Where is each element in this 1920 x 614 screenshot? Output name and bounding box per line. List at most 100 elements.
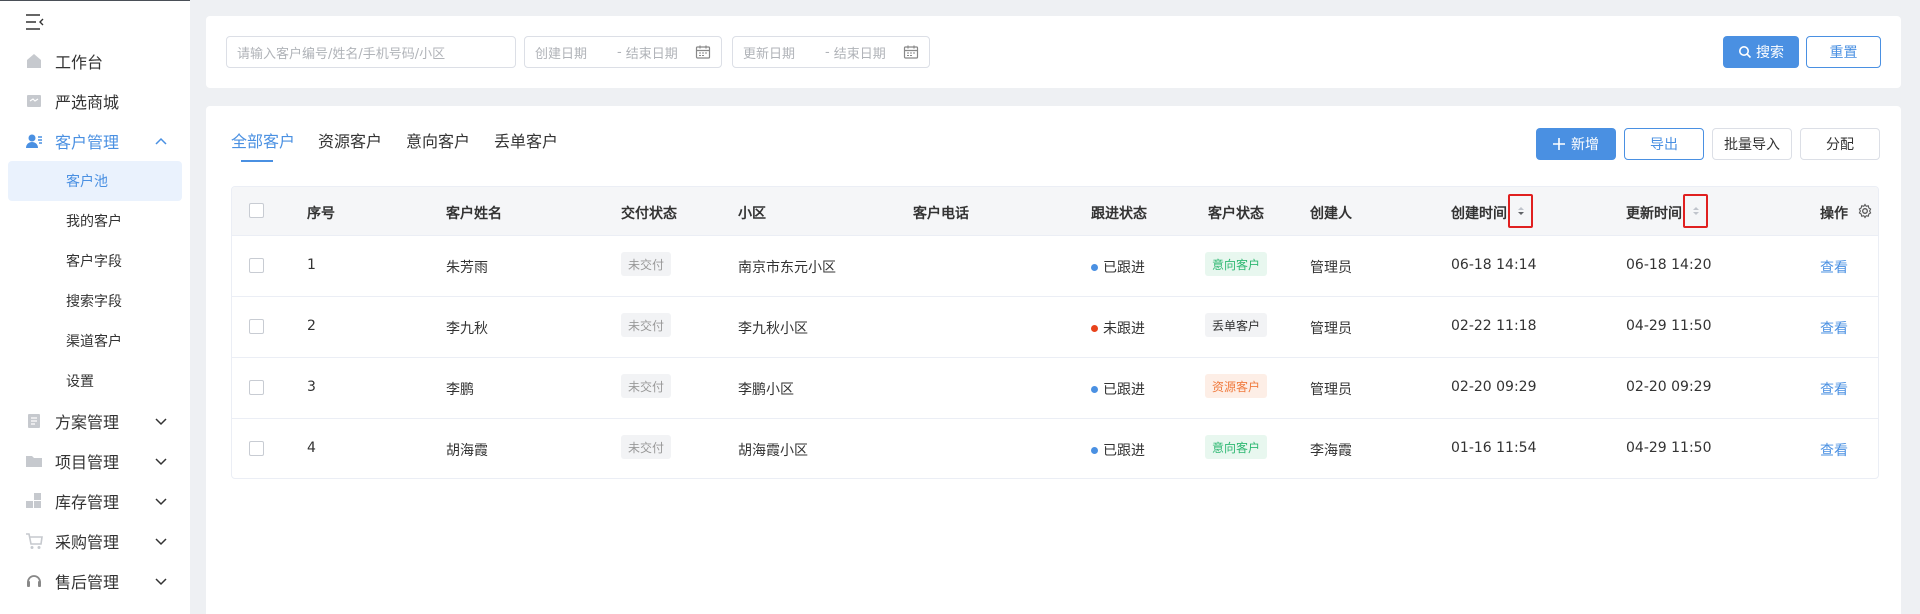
sidebar-item-plans[interactable]: 方案管理 (0, 401, 190, 441)
sidebar-item-mall[interactable]: 严选商城 (0, 81, 190, 121)
view-link[interactable]: 查看 (1820, 257, 1848, 277)
chevron-down-icon (154, 534, 168, 548)
delivery-status-badge: 未交付 (621, 313, 672, 337)
chevron-up-icon (154, 134, 168, 148)
home-icon (25, 52, 43, 70)
status-dot-icon (1091, 324, 1098, 332)
follow-status-text: 已跟进 (1103, 443, 1145, 459)
tab-lost-customers[interactable]: 丢单客户 (494, 128, 558, 152)
customer-status-badge: 意向客户 (1205, 252, 1268, 276)
table-row: 4 胡海霞 未交付 胡海霞小区 已跟进 意向客户 李海霞 01-16 11:54… (232, 419, 1878, 478)
sidebar-item-label: 采购管理 (55, 533, 120, 552)
header-customer-status: 客户状态 (1208, 206, 1264, 222)
document-icon (25, 412, 43, 430)
header-customer-phone: 客户电话 (913, 206, 969, 222)
created-date-range-picker[interactable]: 创建日期 - 结束日期 (524, 36, 722, 68)
sidebar-item-workbench[interactable]: 工作台 (0, 41, 190, 81)
sidebar-item-label: 工作台 (55, 53, 104, 72)
sidebar-item-label: 客户管理 (55, 133, 120, 152)
cell-customer-name: 李鹏 (446, 382, 474, 398)
batch-import-button[interactable]: 批量导入 (1712, 128, 1792, 160)
status-dot-icon (1091, 263, 1098, 271)
folder-icon (25, 452, 43, 470)
calendar-icon (903, 44, 919, 60)
row-checkbox[interactable] (249, 319, 264, 334)
header-community: 小区 (738, 206, 766, 222)
reset-button[interactable]: 重置 (1806, 36, 1881, 68)
follow-status-text: 已跟进 (1103, 382, 1145, 398)
follow-status-text: 已跟进 (1103, 260, 1145, 276)
cell-index: 2 (307, 318, 316, 334)
updated-time-sort-button[interactable] (1683, 194, 1708, 228)
header-creator: 创建人 (1310, 206, 1352, 222)
search-input[interactable]: 请输入客户编号/姓名/手机号码/小区 (226, 36, 516, 68)
cell-index: 1 (307, 257, 316, 273)
column-settings-gear-icon[interactable] (1857, 203, 1873, 219)
sidebar: 工作台 严选商城 客户管理 客户池 我的客户 客户字段 搜索字段 渠道客户 设置… (0, 0, 190, 614)
sidebar-item-projects[interactable]: 项目管理 (0, 441, 190, 481)
header-index: 序号 (307, 206, 335, 222)
view-link[interactable]: 查看 (1820, 318, 1848, 338)
row-checkbox[interactable] (249, 258, 264, 273)
active-tab-indicator (241, 160, 273, 162)
sidebar-item-customers[interactable]: 客户管理 (0, 121, 190, 161)
sidebar-subitem-customer-fields[interactable]: 客户字段 (8, 241, 182, 281)
cell-created-time: 01-16 11:54 (1451, 440, 1537, 456)
filter-panel: 请输入客户编号/姓名/手机号码/小区 创建日期 - 结束日期 更新日期 - 结束… (206, 16, 1901, 88)
plus-icon (1553, 138, 1565, 150)
search-button-label: 搜索 (1756, 45, 1784, 61)
date-separator: - (825, 44, 830, 60)
sidebar-subitem-search-fields[interactable]: 搜索字段 (8, 281, 182, 321)
tab-all-customers[interactable]: 全部客户 (231, 128, 295, 152)
sidebar-subitem-channel-customers[interactable]: 渠道客户 (8, 321, 182, 361)
sidebar-item-label: 方案管理 (55, 413, 120, 432)
cell-follow-status: 已跟进 (1091, 257, 1145, 277)
view-link[interactable]: 查看 (1820, 379, 1848, 399)
view-link[interactable]: 查看 (1820, 440, 1848, 460)
cell-updated-time: 04-29 11:50 (1626, 440, 1712, 456)
cell-community: 胡海霞小区 (738, 443, 808, 459)
sidebar-item-after-sales[interactable]: 售后管理 (0, 561, 190, 601)
sidebar-item-label: 项目管理 (55, 453, 120, 472)
table-header: 序号 客户姓名 交付状态 小区 客户电话 跟进状态 客户状态 创建人 创建时间 … (232, 187, 1878, 236)
select-all-checkbox[interactable] (249, 203, 264, 218)
delivery-status-badge: 未交付 (621, 435, 672, 459)
sidebar-item-purchasing[interactable]: 采购管理 (0, 521, 190, 561)
assign-button[interactable]: 分配 (1800, 128, 1880, 160)
tab-intent-customers[interactable]: 意向客户 (406, 128, 470, 152)
search-placeholder: 请输入客户编号/姓名/手机号码/小区 (237, 46, 446, 62)
cell-updated-time: 06-18 14:20 (1626, 257, 1712, 273)
add-customer-button[interactable]: 新增 (1536, 128, 1616, 160)
cart-icon (25, 532, 43, 550)
cell-customer-name: 胡海霞 (446, 443, 488, 459)
sort-icon (1692, 205, 1700, 217)
customer-table: 序号 客户姓名 交付状态 小区 客户电话 跟进状态 客户状态 创建人 创建时间 … (231, 186, 1879, 479)
sidebar-item-inventory[interactable]: 库存管理 (0, 481, 190, 521)
header-follow-status: 跟进状态 (1091, 206, 1147, 222)
sidebar-subitem-settings[interactable]: 设置 (8, 361, 182, 401)
cell-creator: 管理员 (1310, 260, 1352, 276)
table-row: 2 李九秋 未交付 李九秋小区 未跟进 丢单客户 管理员 02-22 11:18… (232, 297, 1878, 358)
updated-start-placeholder: 更新日期 (743, 46, 796, 62)
row-checkbox[interactable] (249, 380, 264, 395)
table-row: 3 李鹏 未交付 李鹏小区 已跟进 资源客户 管理员 02-20 09:29 0… (232, 358, 1878, 419)
updated-date-range-picker[interactable]: 更新日期 - 结束日期 (732, 36, 930, 68)
cell-customer-name: 朱芳雨 (446, 260, 488, 276)
delivery-status-badge: 未交付 (621, 252, 672, 276)
status-dot-icon (1091, 385, 1098, 393)
chevron-down-icon (154, 494, 168, 508)
cell-creator: 李海霞 (1310, 443, 1352, 459)
customer-status-badge: 丢单客户 (1205, 313, 1268, 337)
chevron-down-icon (154, 414, 168, 428)
export-button[interactable]: 导出 (1624, 128, 1704, 160)
row-checkbox[interactable] (249, 441, 264, 456)
cell-created-time: 02-20 09:29 (1451, 379, 1537, 395)
search-button[interactable]: 搜索 (1723, 36, 1799, 68)
sidebar-item-label: 售后管理 (55, 573, 120, 592)
created-time-sort-button[interactable] (1508, 194, 1533, 228)
header-created-time: 创建时间 (1451, 206, 1507, 222)
menu-collapse-icon[interactable] (24, 11, 46, 33)
sidebar-subitem-customer-pool[interactable]: 客户池 (8, 161, 182, 201)
sidebar-subitem-my-customers[interactable]: 我的客户 (8, 201, 182, 241)
tab-resource-customers[interactable]: 资源客户 (318, 128, 382, 152)
